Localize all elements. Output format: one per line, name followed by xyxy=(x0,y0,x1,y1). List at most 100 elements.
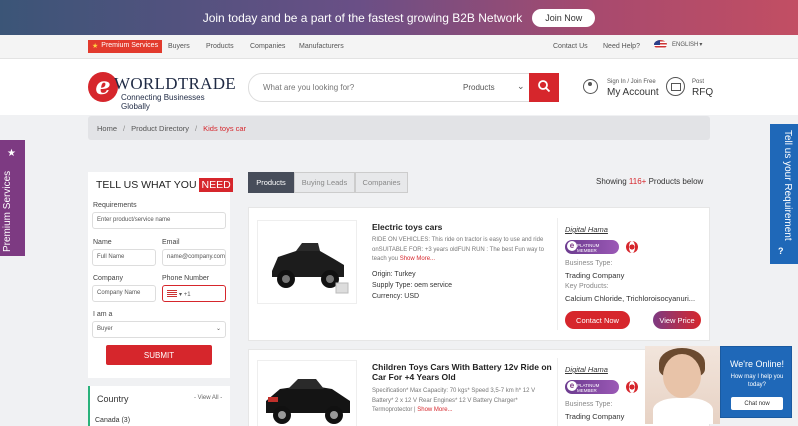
nav-link-products[interactable]: Products xyxy=(206,43,234,50)
business-type-label: Business Type: xyxy=(565,401,613,408)
name-input[interactable]: Full Name xyxy=(92,249,156,266)
language-selector[interactable]: ENGLISH ▾ xyxy=(654,40,702,49)
chat-now-button[interactable]: Chat now xyxy=(731,397,783,410)
premium-services-side-tab[interactable]: ★ Premium Services xyxy=(0,140,25,256)
logo-tagline: Connecting Businesses Globally xyxy=(121,93,205,111)
post-label[interactable]: Post xyxy=(692,79,704,85)
name-label: Name xyxy=(93,239,112,246)
breadcrumb-product-directory[interactable]: Product Directory xyxy=(131,124,189,133)
search-button[interactable] xyxy=(529,73,559,102)
my-account-link[interactable]: My Account xyxy=(607,87,659,98)
breadcrumb: Home / Product Directory / Kids toys car xyxy=(88,116,710,140)
question-icon: ? xyxy=(778,246,784,256)
phone-code: +1 xyxy=(183,292,191,298)
show-more-link[interactable]: Show More... xyxy=(417,407,452,413)
phone-label: Phone Number xyxy=(162,275,210,282)
view-all-link[interactable]: - View All - xyxy=(194,395,222,401)
seller-name[interactable]: Digital Hama xyxy=(565,365,608,374)
mail-icon[interactable] xyxy=(666,77,685,96)
join-now-button[interactable]: Join Now xyxy=(532,8,596,27)
premium-services-label: Premium Services xyxy=(101,42,159,49)
show-more-link[interactable]: Show More... xyxy=(400,256,435,262)
us-flag-icon xyxy=(167,290,177,297)
product-image[interactable] xyxy=(257,220,357,304)
nav-link-buyers[interactable]: Buyers xyxy=(168,43,190,50)
product-currency: Currency: USD xyxy=(372,293,420,300)
results-suffix: Products below xyxy=(648,177,704,186)
platinum-member-badge: PLATINUM MEMBER xyxy=(565,380,619,394)
breadcrumb-separator: / xyxy=(195,123,198,133)
product-image[interactable] xyxy=(257,360,357,426)
card-divider xyxy=(557,218,558,330)
side-tab-label: Premium Services xyxy=(2,170,13,252)
product-title[interactable]: Electric toys cars xyxy=(372,222,442,232)
submit-button[interactable]: SUBMIT xyxy=(106,345,212,365)
search-input[interactable] xyxy=(263,83,443,92)
side-tab-label: Tell us your Requirement xyxy=(782,130,793,241)
user-icon[interactable] xyxy=(583,79,598,94)
promo-text: Join today and be a part of the fastest … xyxy=(202,10,523,25)
language-label: ENGLISH xyxy=(672,41,699,48)
star-icon: ★ xyxy=(7,148,16,159)
breadcrumb-current: Kids toys car xyxy=(203,123,247,133)
result-tabs: Products Buying Leads Companies xyxy=(248,172,408,193)
product-card: Children Toys Cars With Battery 12v Ride… xyxy=(248,349,710,426)
results-prefix: Showing xyxy=(596,177,627,186)
canada-flag-icon xyxy=(626,241,638,253)
post-rfq-link[interactable]: RFQ xyxy=(692,87,713,98)
breadcrumb-separator: / xyxy=(123,123,126,133)
business-type-value: Trading Company xyxy=(565,412,625,421)
product-title[interactable]: Children Toys Cars With Battery 12v Ride… xyxy=(372,362,552,382)
form-title-text: TELL US WHAT YOU xyxy=(96,179,197,191)
us-flag-icon xyxy=(654,40,667,49)
tab-products[interactable]: Products xyxy=(248,172,294,193)
product-supply-type: Supply Type: oem service xyxy=(372,282,453,289)
chevron-down-icon: ⌄ xyxy=(517,81,525,91)
contact-us-link[interactable]: Contact Us xyxy=(553,43,588,50)
chevron-down-icon: ▾ xyxy=(699,42,703,48)
tell-requirement-side-tab[interactable]: Tell us your Requirement ? xyxy=(770,124,798,264)
role-value: Buyer xyxy=(97,326,113,332)
premium-services-link[interactable]: ★ Premium Services xyxy=(88,40,163,53)
contact-now-button[interactable]: Contact Now xyxy=(565,311,630,329)
tab-buying-leads[interactable]: Buying Leads xyxy=(294,172,355,193)
promo-banner: Join today and be a part of the fastest … xyxy=(0,0,798,35)
worldtrade-logo[interactable]: e WORLDTRADE Connecting Businesses Globa… xyxy=(88,72,236,111)
breadcrumb-home[interactable]: Home xyxy=(97,124,117,133)
country-title: Country xyxy=(97,394,129,404)
logo-name: WORLDTRADE xyxy=(114,74,236,93)
search-bar: Products ⌄ xyxy=(248,73,558,102)
nav-link-manufacturers[interactable]: Manufacturers xyxy=(299,43,344,50)
role-select[interactable]: Buyer ⌄ xyxy=(92,321,226,338)
chat-title: We're Online! xyxy=(729,359,785,369)
tab-companies[interactable]: Companies xyxy=(355,172,408,193)
need-help-link[interactable]: Need Help? xyxy=(603,43,640,50)
company-label: Company xyxy=(93,275,123,282)
business-type-value: Trading Company xyxy=(565,271,625,280)
email-label: Email xyxy=(162,239,180,246)
country-item[interactable]: Canada (3) xyxy=(95,417,130,424)
email-input[interactable]: name@company.com xyxy=(162,249,226,266)
product-desc-text: RIDE ON VEHICLES: This ride on tractor i… xyxy=(372,237,545,262)
country-filter: Country - View All - Canada (3) xyxy=(88,386,230,426)
requirements-label: Requirements xyxy=(93,202,137,209)
view-price-button[interactable]: View Price xyxy=(653,311,701,329)
nav-link-companies[interactable]: Companies xyxy=(250,43,285,50)
sign-in-link[interactable]: Sign In / Join Free xyxy=(607,79,656,85)
seller-name[interactable]: Digital Hama xyxy=(565,225,608,234)
chevron-down-icon: ▾ xyxy=(179,292,183,298)
search-category-select[interactable]: Products xyxy=(463,83,495,92)
phone-input[interactable]: ▾ +1 xyxy=(162,285,226,302)
agent-face xyxy=(663,354,701,398)
company-input[interactable]: Company Name xyxy=(92,285,156,302)
support-agent-photo xyxy=(645,346,720,424)
business-type-label: Business Type: xyxy=(565,260,613,267)
product-card: Electric toys cars RIDE ON VEHICLES: Thi… xyxy=(248,207,710,341)
card-divider xyxy=(557,358,558,426)
product-desc-text: Specification* Max Capacity: 70 kgs* Spe… xyxy=(372,388,536,413)
iam-label: I am a xyxy=(93,311,113,318)
canada-flag-icon xyxy=(626,381,638,393)
site-header: e WORLDTRADE Connecting Businesses Globa… xyxy=(0,59,798,115)
results-count: Showing 116+ Products below xyxy=(596,177,703,186)
requirements-input[interactable]: Enter product/service name xyxy=(92,212,226,229)
